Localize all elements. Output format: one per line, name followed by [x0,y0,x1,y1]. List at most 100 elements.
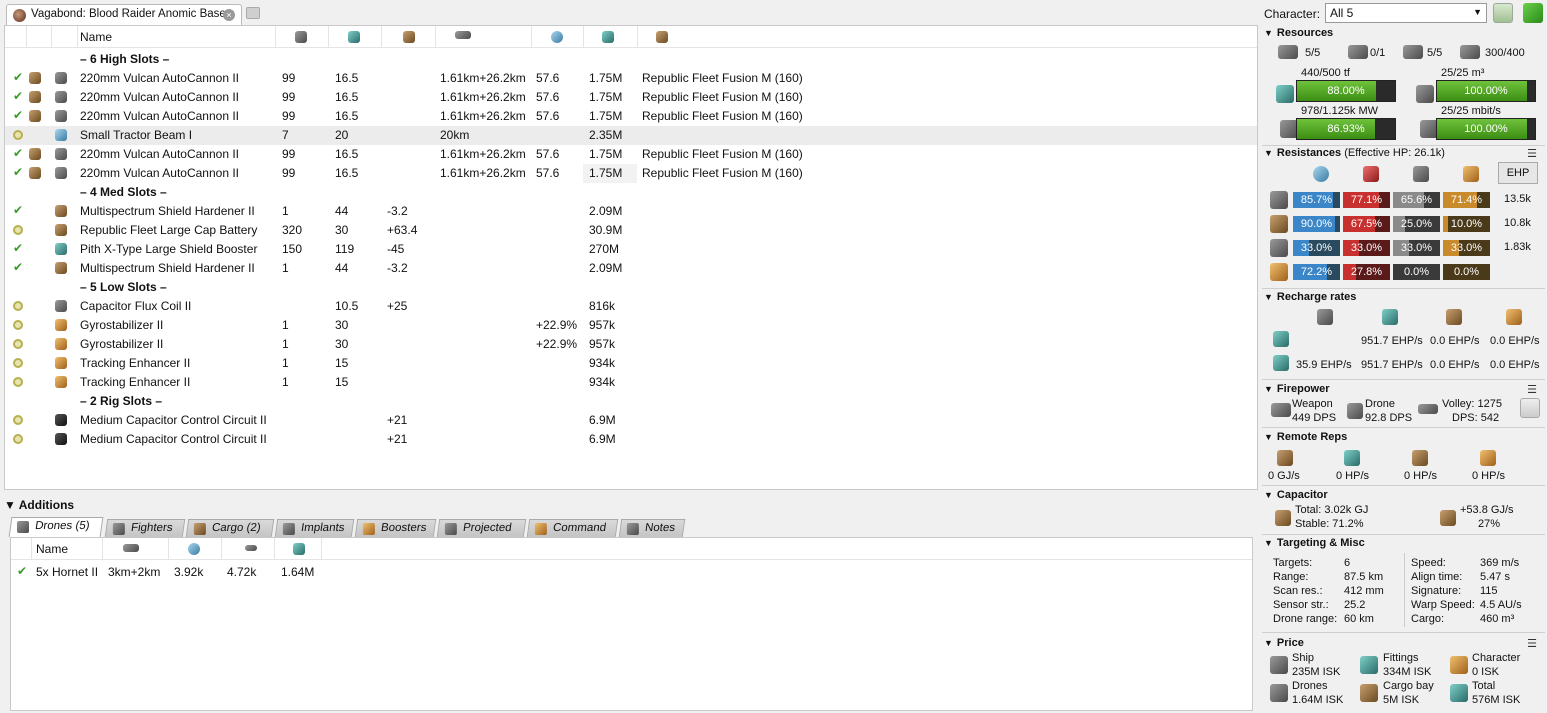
recharge-sustained-passive: 35.9 EHP/s [1296,359,1352,371]
character-price-icon [1450,656,1468,674]
slot-header-row[interactable]: – 4 Med Slots – [5,183,1257,202]
additions-title[interactable]: ▼ Additions [4,498,74,512]
active-state-icon[interactable]: ✔ [13,146,23,160]
resources-title[interactable]: Resources [1264,27,1333,39]
armor-repair-icon [1446,309,1462,325]
online-state-icon[interactable] [13,225,23,235]
online-state-icon[interactable] [13,434,23,444]
tractor-beam-icon [55,129,67,141]
refresh-icon[interactable] [1493,3,1513,23]
slot-header-row[interactable]: – 2 Rig Slots – [5,392,1257,411]
online-state-icon[interactable] [13,358,23,368]
tab-notes[interactable]: Notes [618,519,686,537]
range-column-icon[interactable] [123,544,139,552]
drone-bandwidth-icon [1416,85,1434,103]
module-row[interactable]: Gyrostabilizer II 1 30 +22.9% 957k [5,335,1257,354]
drones-list[interactable]: Name ✔ 5x Hornet II 3km+2km 3.92k 4.72k 1.64M [10,537,1253,711]
module-row[interactable]: ✔ 220mm Vulcan AutoCannon II 99 16.5 1.61km+… [5,164,1257,183]
fitting-list[interactable]: Name – 6 High Slots – ✔ 220mm Vulcan AutoC… [4,25,1258,490]
resistances-title[interactable]: Resistances (Effective HP: 26.1k) [1264,147,1445,159]
active-state-icon[interactable]: ✔ [17,564,27,578]
active-state-icon[interactable]: ✔ [13,165,23,179]
online-state-icon[interactable] [13,301,23,311]
firepower-title[interactable]: Firepower [1264,383,1330,395]
module-row[interactable]: ✔ 220mm Vulcan AutoCannon II 99 16.5 1.61km+… [5,145,1257,164]
drone-row[interactable]: ✔ 5x Hornet II 3km+2km 3.92k 4.72k 1.64M [11,563,1252,582]
tab-drones[interactable]: Drones (5) [8,517,104,537]
online-state-icon[interactable] [13,415,23,425]
menu-icon[interactable]: ☰ [1527,147,1537,160]
active-state-icon[interactable]: ✔ [13,260,23,274]
module-row[interactable]: Gyrostabilizer II 1 30 +22.9% 957k [5,316,1257,335]
damage-pattern-icon[interactable] [1520,398,1540,418]
module-row[interactable]: ✔ Multispectrum Shield Hardener II 1 44 -3.2… [5,259,1257,278]
misc-value: 460 m³ [1480,613,1515,625]
capacitor-title[interactable]: Capacitor [1264,489,1328,501]
price-value: 5M ISK [1383,694,1420,706]
capacitor-column-icon[interactable] [403,31,415,43]
module-powergrid: 20 [335,128,349,142]
new-tab-icon[interactable] [246,7,260,19]
recharge-peak-shield: 951.7 EHP/s [1361,335,1423,347]
cpu-column-icon[interactable] [295,31,307,43]
active-state-icon[interactable]: ✔ [13,89,23,103]
tab-implants[interactable]: Implants [274,519,355,537]
slot-header-row[interactable]: – 5 Low Slots – [5,278,1257,297]
powergrid-column-icon[interactable] [348,31,360,43]
fit-tab[interactable]: Vagabond: Blood Raider Anomic Base × [6,4,242,25]
character-select[interactable]: All 5 ▼ [1325,3,1487,23]
remote-reps-title[interactable]: Remote Reps [1264,431,1347,443]
remote-hull-value: 0 HP/s [1472,470,1506,482]
module-range: 1.61km+26.2km [440,147,526,161]
module-row[interactable]: ✔ 220mm Vulcan AutoCannon II 99 16.5 1.61km+… [5,107,1257,126]
tab-boosters[interactable]: Boosters [354,519,437,537]
tab-command[interactable]: Command [526,519,619,537]
module-row[interactable]: ✔ Multispectrum Shield Hardener II 1 44 -3.2… [5,202,1257,221]
name-column-header[interactable]: Name [80,30,112,44]
tab-cargo[interactable]: Cargo (2) [185,519,275,537]
active-state-icon[interactable]: ✔ [13,70,23,84]
recharge-rates-title[interactable]: Recharge rates [1264,291,1357,303]
module-row[interactable]: ✔ Pith X-Type Large Shield Booster 150 119 -… [5,240,1257,259]
module-row[interactable]: Small Tractor Beam I 7 20 20km 2.35M [5,126,1257,145]
export-icon[interactable] [1523,3,1543,23]
price-value: 0 ISK [1472,666,1499,678]
module-price: 6.9M [589,413,616,427]
module-powergrid: 119 [335,242,355,256]
hull-repair-icon [1506,309,1522,325]
module-row[interactable]: Tracking Enhancer II 1 15 934k [5,354,1257,373]
online-state-icon[interactable] [13,130,23,140]
tab-projected[interactable]: Projected [436,519,527,537]
close-icon[interactable]: × [223,9,235,21]
price-column-icon[interactable] [293,543,305,555]
online-state-icon[interactable] [13,320,23,330]
module-row[interactable]: Capacitor Flux Coil II 10.5 +25 816k [5,297,1257,316]
slot-header-row[interactable]: – 6 High Slots – [5,50,1257,69]
active-state-icon[interactable]: ✔ [13,241,23,255]
tab-fighters[interactable]: Fighters [104,519,186,537]
module-row[interactable]: ✔ 220mm Vulcan AutoCannon II 99 16.5 1.61km+… [5,69,1257,88]
active-state-icon[interactable]: ✔ [13,203,23,217]
module-row[interactable]: ✔ 220mm Vulcan AutoCannon II 99 16.5 1.61km+… [5,88,1257,107]
range-column-icon[interactable] [455,31,471,39]
ammo-column-icon[interactable] [656,31,668,43]
module-row[interactable]: Republic Fleet Large Cap Battery 320 30 +63… [5,221,1257,240]
online-state-icon[interactable] [13,377,23,387]
active-state-icon[interactable]: ✔ [13,108,23,122]
tracking-column-icon[interactable] [188,543,200,555]
cap-battery-icon [55,224,67,236]
online-state-icon[interactable] [13,339,23,349]
ehp-toggle-button[interactable]: EHP [1498,162,1538,184]
drone-name-column-header[interactable]: Name [36,542,68,556]
layer-ehp: 10.8k [1504,217,1531,229]
targeting-title[interactable]: Targeting & Misc [1264,537,1365,549]
module-row[interactable]: Medium Capacitor Control Circuit II +21 6.… [5,411,1257,430]
module-row[interactable]: Medium Capacitor Control Circuit II +21 6.… [5,430,1257,449]
tracking-column-icon[interactable] [551,31,563,43]
module-row[interactable]: Tracking Enhancer II 1 15 934k [5,373,1257,392]
price-title[interactable]: Price [1264,637,1304,649]
menu-icon[interactable]: ☰ [1527,383,1537,396]
menu-icon[interactable]: ☰ [1527,637,1537,650]
price-column-icon[interactable] [602,31,614,43]
speed-column-icon[interactable] [245,545,257,551]
